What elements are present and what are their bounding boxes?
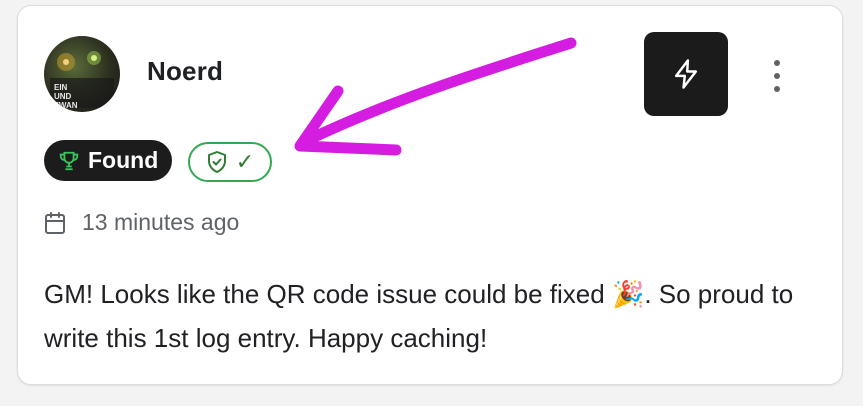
more-vertical-icon [774, 60, 780, 66]
log-date: 13 minutes ago [44, 209, 239, 236]
calendar-icon [45, 211, 65, 234]
svg-text:ZWAN: ZWAN [54, 101, 78, 110]
svg-text:UND: UND [54, 92, 72, 101]
trophy-icon [59, 151, 79, 170]
log-entry-card: EIN UND ZWAN Noerd Found ✓ 13 minutes ag… [17, 5, 843, 385]
username[interactable]: Noerd [147, 56, 223, 87]
avatar-image: EIN UND ZWAN [50, 51, 114, 110]
shield-check-icon [207, 151, 226, 173]
verified-badge: ✓ [188, 142, 272, 182]
svg-text:EIN: EIN [54, 83, 68, 92]
timestamp: 13 minutes ago [82, 209, 240, 235]
found-badge: Found [44, 140, 173, 181]
log-text: GM! Looks like the QR code issue could b… [44, 279, 794, 353]
flash-button[interactable] [644, 32, 728, 116]
verified-check: ✓ [235, 149, 255, 174]
found-label: Found [88, 147, 159, 173]
more-options-button[interactable] [766, 58, 788, 94]
lightning-icon [674, 59, 698, 89]
avatar[interactable]: EIN UND ZWAN [44, 36, 120, 112]
